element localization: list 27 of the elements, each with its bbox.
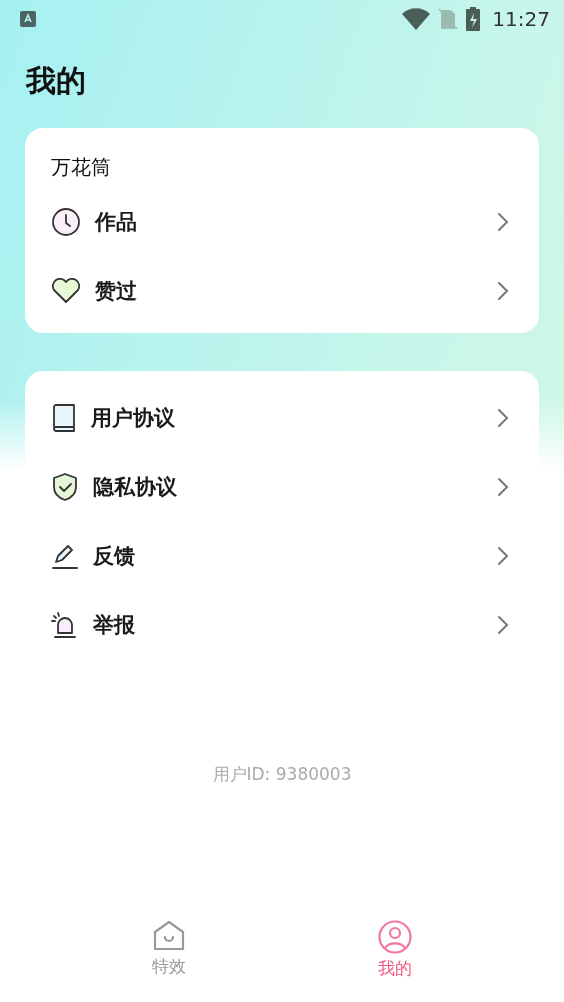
- page-title: 我的: [26, 62, 87, 100]
- user-icon: [378, 920, 412, 954]
- book-icon: [51, 402, 77, 433]
- chevron-right-icon: [497, 211, 509, 232]
- menu-item[interactable]: 举报: [25, 590, 539, 659]
- chevron-right-icon: [497, 545, 509, 566]
- card-heading: 万花筒: [50, 154, 112, 181]
- keyboard-app-icon: [20, 11, 36, 27]
- chevron-right-icon: [497, 614, 509, 635]
- home-icon: [152, 920, 186, 952]
- shield-check-icon: [51, 471, 79, 502]
- menu-item[interactable]: 用户协议: [25, 383, 539, 452]
- user-id: 用户ID: 9380003: [212, 762, 352, 786]
- menu-item[interactable]: 赞过: [25, 256, 539, 325]
- heart-icon: [51, 277, 81, 304]
- chevron-right-icon: [497, 407, 509, 428]
- menu-item[interactable]: 隐私协议: [25, 452, 539, 521]
- battery-charging-icon: [466, 7, 481, 31]
- clock-icon: [51, 206, 81, 237]
- chevron-right-icon: [497, 280, 509, 301]
- chevron-right-icon: [497, 476, 509, 497]
- menu-item[interactable]: 反馈: [25, 521, 539, 590]
- no-sim-icon: [438, 8, 459, 30]
- menu-item[interactable]: 作品: [25, 187, 539, 256]
- alarm-icon: [51, 610, 79, 639]
- status-time: 11:27: [492, 7, 550, 31]
- wifi-icon: [402, 8, 431, 30]
